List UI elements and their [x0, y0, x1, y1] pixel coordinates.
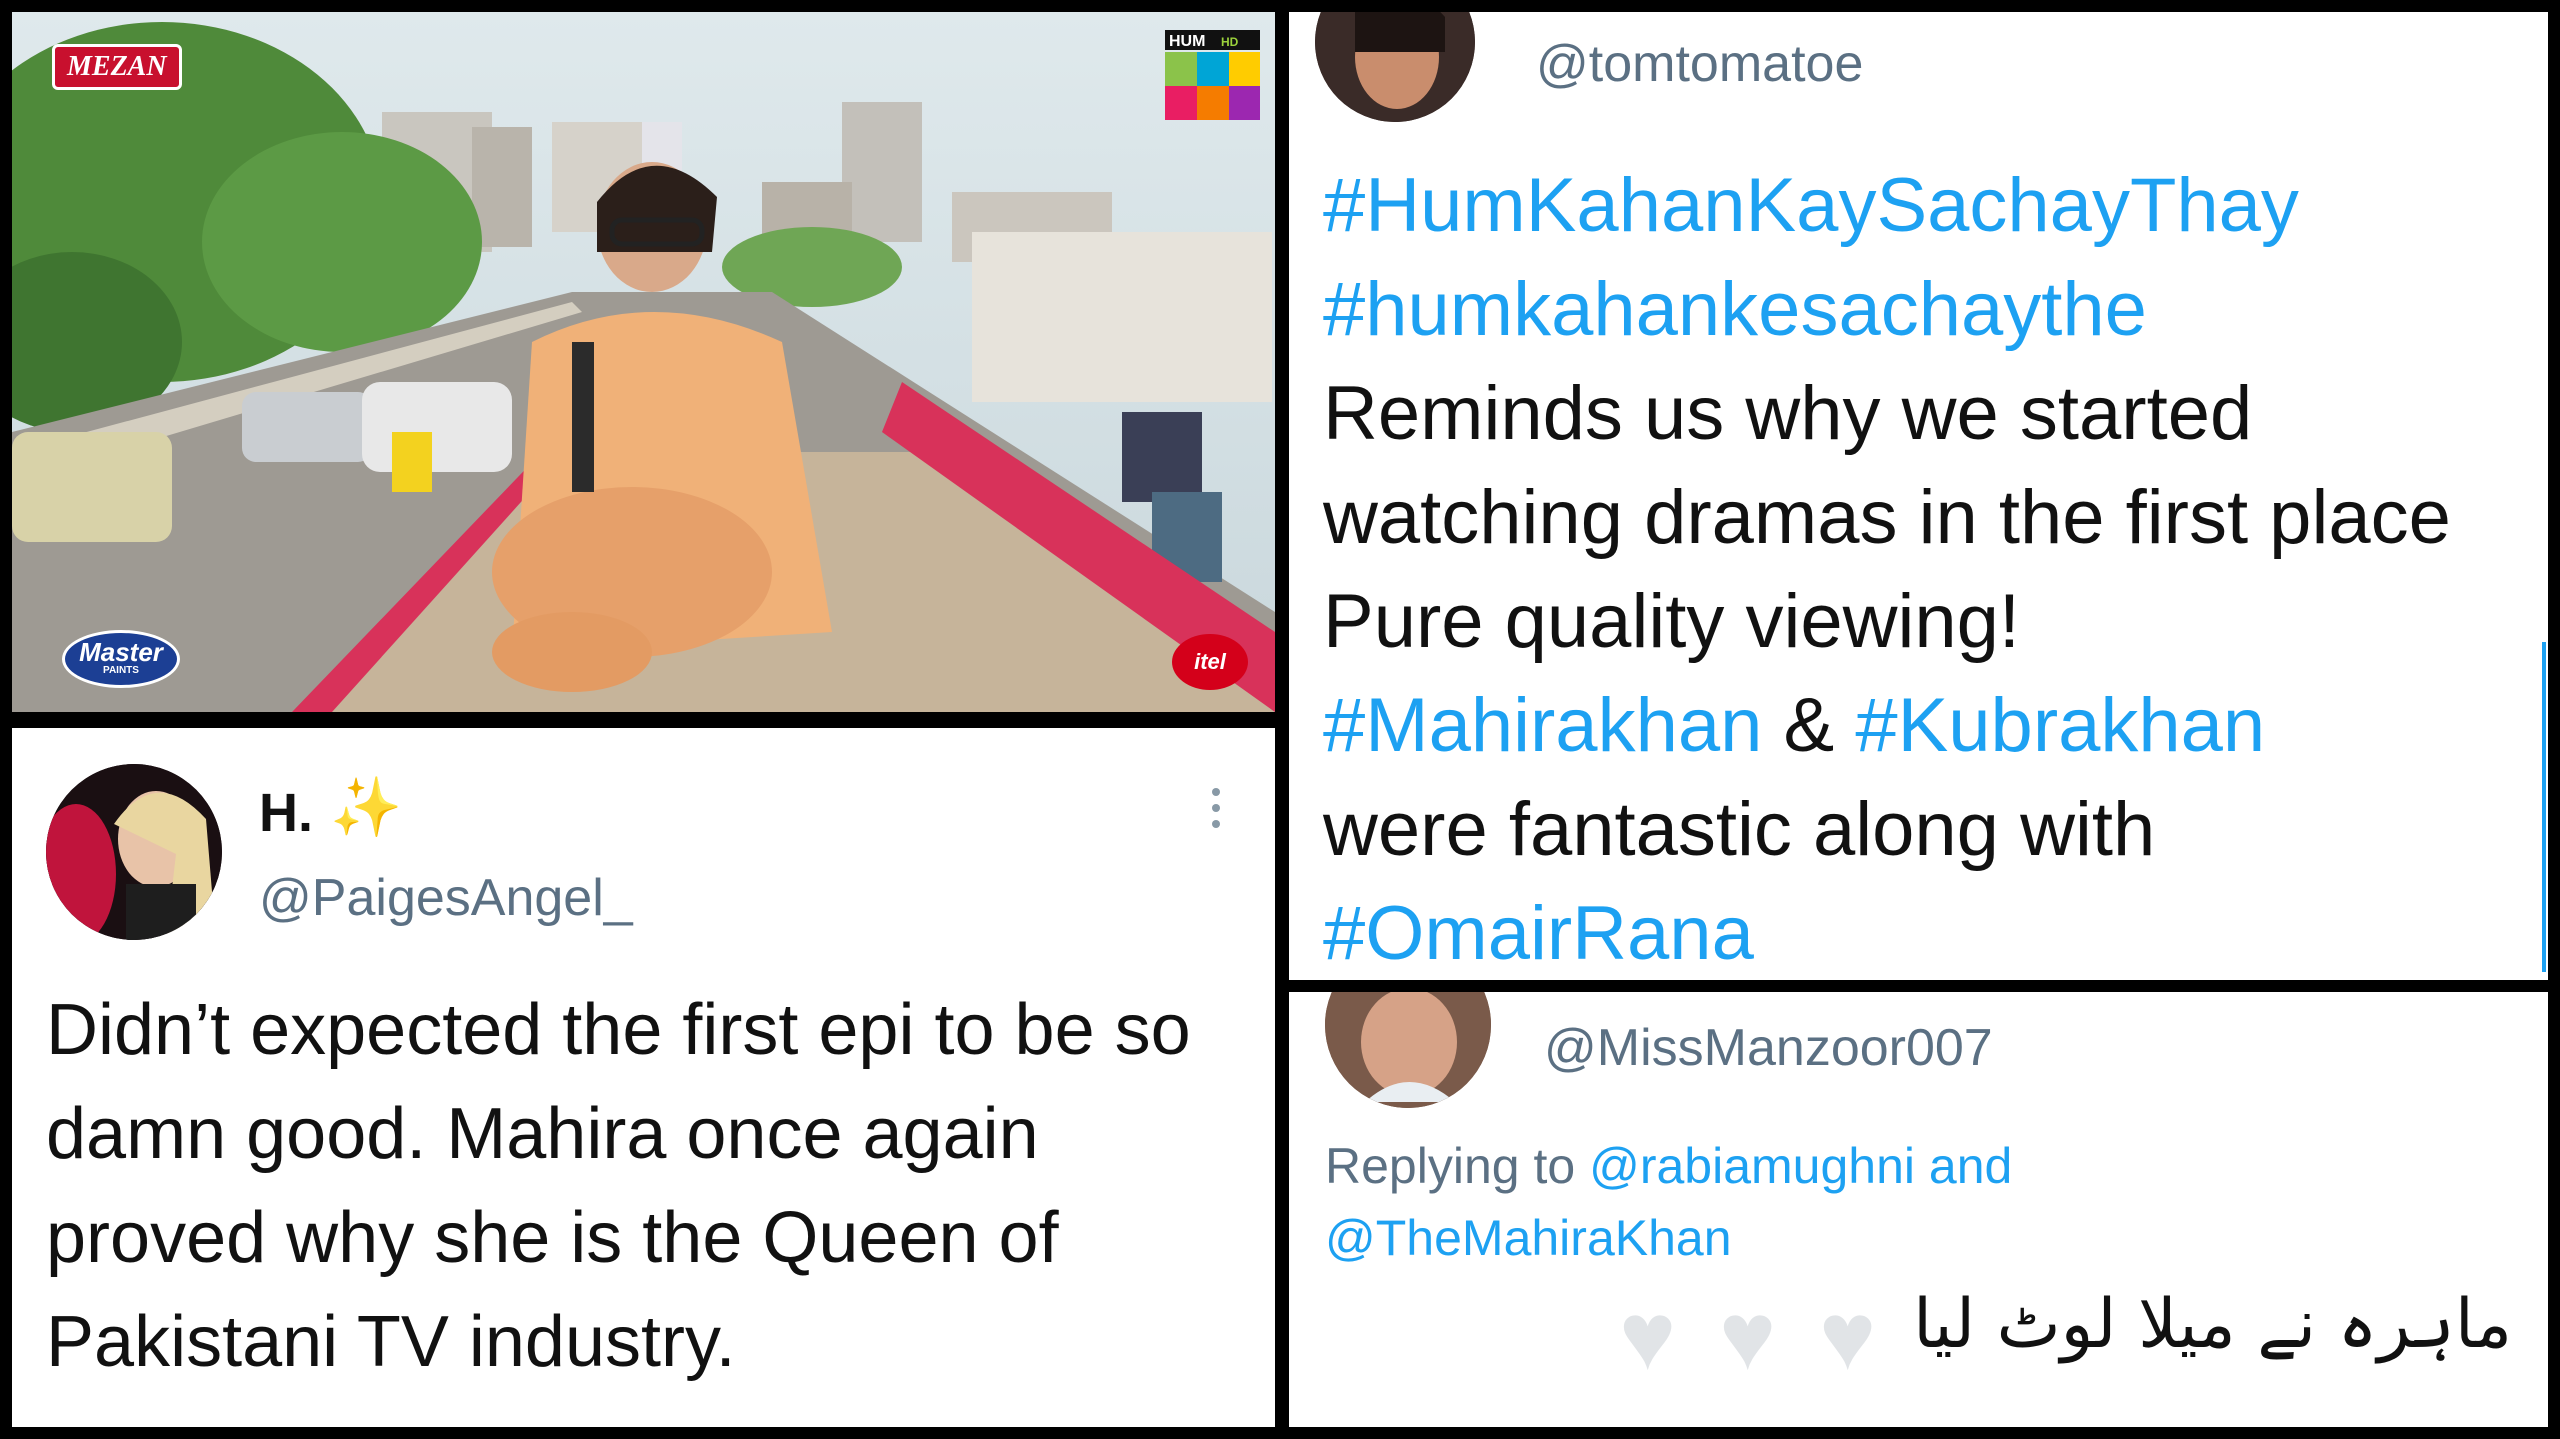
- hashtag-link[interactable]: #humkahankesachaythe: [1323, 267, 2147, 352]
- itel-sponsor-logo: itel: [1172, 634, 1248, 690]
- hashtag-link[interactable]: #OmairRana: [1323, 891, 1754, 976]
- ampersand-text: &: [1783, 683, 1835, 768]
- avatar[interactable]: [1325, 992, 1491, 1108]
- hashtag-link[interactable]: #Kubrakhan: [1855, 683, 2265, 768]
- hashtag-link[interactable]: #HumKahanKaySachayThay: [1323, 163, 2299, 248]
- reply-user-link[interactable]: @rabiamughni: [1589, 1138, 1915, 1194]
- display-name[interactable]: H.: [259, 782, 313, 844]
- tweet-text-body: were fantastic along with: [1323, 787, 2156, 872]
- white-heart-icon: ♥: [1819, 1283, 1876, 1390]
- street-scene-image: [12, 12, 1275, 712]
- scrollbar[interactable]: [2542, 642, 2546, 972]
- white-heart-icon: ♥: [1619, 1283, 1676, 1390]
- avatar[interactable]: [1315, 12, 1475, 122]
- white-heart-icon: ♥: [1719, 1283, 1776, 1390]
- replying-to-line: Replying to @rabiamughni and @TheMahiraK…: [1325, 1130, 2515, 1274]
- tweet-card-paigesangel[interactable]: H. ✨ @PaigesAngel_ Didn’t expected the f…: [12, 728, 1275, 1427]
- tweet-text: #HumKahanKaySachayThay #humkahankesachay…: [1323, 154, 2523, 980]
- replying-to-label: Replying to: [1325, 1138, 1576, 1194]
- avatar[interactable]: [46, 764, 222, 940]
- hearts-emoji-group: ♥ ♥ ♥: [1619, 1283, 1919, 1390]
- hum-hd-channel-logo: HUM HD: [1165, 30, 1260, 120]
- tweet-text-body: Reminds us why we started watching drama…: [1323, 371, 2451, 664]
- hashtag-link[interactable]: #Mahirakhan: [1323, 683, 1762, 768]
- hd-badge-text: HD: [1221, 35, 1239, 49]
- tweet-text: Didn’t expected the first epi to be so d…: [46, 990, 1191, 1382]
- username-handle[interactable]: @MissManzoor007: [1544, 1018, 1993, 1078]
- video-frame: MEZAN HUM HD Master PAINTS itel: [12, 12, 1275, 712]
- tweet-card-tomtomatoe[interactable]: @tomtomatoe #HumKahanKaySachayThay #humk…: [1289, 12, 2548, 980]
- reply-user-link[interactable]: @TheMahiraKhan: [1325, 1210, 1732, 1266]
- sparkles-icon: ✨: [330, 775, 403, 840]
- tweet-card-missmanzoor[interactable]: @MissManzoor007 Replying to @rabiamughni…: [1289, 992, 2548, 1427]
- username-handle[interactable]: @PaigesAngel_: [259, 868, 633, 928]
- mezan-sponsor-logo: MEZAN: [52, 44, 182, 90]
- more-options-icon[interactable]: [1206, 788, 1226, 848]
- master-paints-sponsor-logo: Master PAINTS: [62, 630, 180, 688]
- master-logo-text: Master: [79, 637, 163, 667]
- reply-and-text: and: [1928, 1138, 2013, 1194]
- hum-logo-text: HUM: [1169, 33, 1205, 50]
- username-handle[interactable]: @tomtomatoe: [1536, 34, 1863, 94]
- tweet-text: ماہرہ نے میلا لوٹ لیا: [1913, 1285, 2512, 1364]
